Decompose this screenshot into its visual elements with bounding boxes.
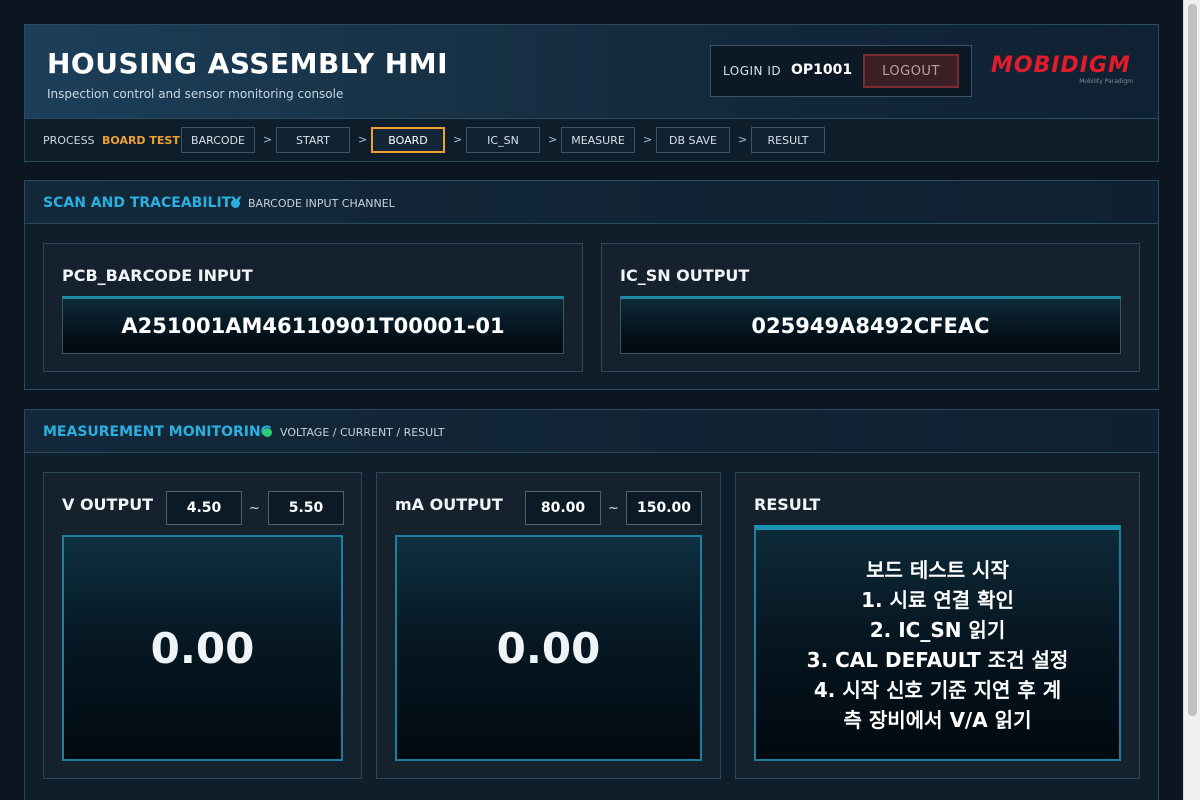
- page-scrollbar[interactable]: [1183, 0, 1200, 800]
- brand-tagline: Mobility Paradigm: [1079, 78, 1133, 85]
- step-start[interactable]: START: [276, 127, 350, 153]
- scan-panel-header: SCAN AND TRACEABILITY BARCODE INPUT CHAN…: [25, 181, 1158, 224]
- voltage-value: 0.00: [150, 623, 255, 673]
- measure-panel-header: MEASUREMENT MONITORING VOLTAGE / CURRENT…: [25, 410, 1158, 453]
- voltage-min-input[interactable]: 4.50: [166, 491, 242, 525]
- current-max-input[interactable]: 150.00: [626, 491, 702, 525]
- login-id-value: OP1001: [791, 62, 853, 78]
- scan-panel-title: SCAN AND TRACEABILITY: [43, 195, 242, 211]
- step-arrow: >: [548, 133, 558, 146]
- header-banner: HOUSING ASSEMBLY HMI Inspection control …: [25, 25, 1158, 119]
- pcb-barcode-card: PCB_BARCODE INPUT A251001AM46110901T0000…: [43, 243, 583, 372]
- range-tilde: ~: [249, 501, 260, 516]
- step-arrow: >: [453, 133, 463, 146]
- pcb-barcode-label: PCB_BARCODE INPUT: [62, 266, 253, 285]
- step-barcode[interactable]: BARCODE: [181, 127, 255, 153]
- brand-wordmark: MOBIDIGM: [991, 53, 1131, 78]
- voltage-card: V OUTPUT 4.50 ~ 5.50 0.00: [43, 472, 362, 779]
- result-line: 4. 시작 신호 기준 지연 후 계: [813, 677, 1062, 702]
- measure-panel-subtitle: VOLTAGE / CURRENT / RESULT: [280, 426, 445, 439]
- voltage-max-input[interactable]: 5.50: [268, 491, 344, 525]
- result-line: 2. IC_SN 읽기: [869, 617, 1006, 642]
- process-current-stage: BOARD TEST: [102, 134, 180, 147]
- login-id-label: LOGIN ID: [723, 64, 782, 78]
- ic-sn-label: IC_SN OUTPUT: [620, 266, 750, 285]
- scan-traceability-panel: SCAN AND TRACEABILITY BARCODE INPUT CHAN…: [24, 180, 1159, 390]
- result-card: RESULT 보드 테스트 시작 1. 시료 연결 확인 2. IC_SN 읽기…: [735, 472, 1140, 779]
- ic-sn-value: 025949A8492CFEAC: [751, 314, 990, 338]
- login-panel: LOGIN ID OP1001 LOGOUT: [710, 45, 972, 97]
- scan-panel-subtitle: BARCODE INPUT CHANNEL: [248, 197, 395, 210]
- voltage-readout: 0.00: [62, 535, 343, 761]
- step-ic-sn[interactable]: IC_SN: [466, 127, 540, 153]
- result-message-box: 보드 테스트 시작 1. 시료 연결 확인 2. IC_SN 읽기 3. CAL…: [754, 525, 1121, 761]
- result-line: 1. 시료 연결 확인: [861, 587, 1014, 612]
- result-line: 3. CAL DEFAULT 조건 설정: [806, 647, 1069, 672]
- pcb-barcode-value: A251001AM46110901T00001-01: [121, 314, 505, 338]
- step-arrow: >: [358, 133, 368, 146]
- step-board[interactable]: BOARD: [371, 127, 445, 153]
- step-arrow: >: [643, 133, 653, 146]
- measure-panel-title: MEASUREMENT MONITORING: [43, 424, 273, 440]
- status-dot-icon: [263, 428, 272, 437]
- logout-button[interactable]: LOGOUT: [863, 54, 959, 88]
- step-arrow: >: [263, 133, 273, 146]
- step-arrow: >: [738, 133, 748, 146]
- ic-sn-card: IC_SN OUTPUT 025949A8492CFEAC: [601, 243, 1140, 372]
- app-title: HOUSING ASSEMBLY HMI: [47, 47, 449, 80]
- status-dot-icon: [231, 199, 240, 208]
- result-line: 보드 테스트 시작: [866, 557, 1009, 582]
- step-db-save[interactable]: DB SAVE: [656, 127, 730, 153]
- current-value: 0.00: [496, 623, 601, 673]
- scrollbar-thumb[interactable]: [1188, 4, 1197, 716]
- current-min-input[interactable]: 80.00: [525, 491, 601, 525]
- process-steps-bar: PROCESS BOARD TEST BARCODE > START > BOA…: [25, 119, 1158, 162]
- ic-sn-output: 025949A8492CFEAC: [620, 296, 1121, 354]
- result-label: RESULT: [754, 495, 821, 514]
- range-tilde: ~: [608, 501, 619, 516]
- current-label: mA OUTPUT: [395, 495, 503, 514]
- app-subtitle: Inspection control and sensor monitoring…: [47, 87, 344, 101]
- step-measure[interactable]: MEASURE: [561, 127, 635, 153]
- current-readout: 0.00: [395, 535, 702, 761]
- brand-logo: MOBIDIGM Mobility Paradigm: [991, 53, 1137, 87]
- voltage-label: V OUTPUT: [62, 495, 154, 514]
- pcb-barcode-input[interactable]: A251001AM46110901T00001-01: [62, 296, 564, 354]
- app-header: HOUSING ASSEMBLY HMI Inspection control …: [24, 24, 1159, 162]
- step-result[interactable]: RESULT: [751, 127, 825, 153]
- current-card: mA OUTPUT 80.00 ~ 150.00 0.00: [376, 472, 721, 779]
- result-line: 측 장비에서 V/A 읽기: [843, 707, 1032, 732]
- measurement-monitoring-panel: MEASUREMENT MONITORING VOLTAGE / CURRENT…: [24, 409, 1159, 800]
- process-label: PROCESS: [43, 134, 95, 147]
